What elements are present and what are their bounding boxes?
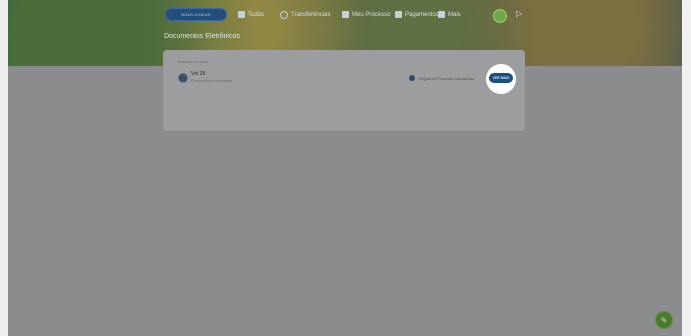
nav-item-my-process[interactable]: Meu Processo <box>342 11 390 18</box>
app-frame: BOAS-VINDAS Todos Transferências Meu Pro… <box>8 0 682 336</box>
card-header: Assunto do caso <box>178 59 208 64</box>
apps-icon <box>438 11 445 18</box>
exchange-icon <box>280 11 288 19</box>
chat-button[interactable]: ✎ <box>655 311 673 329</box>
nav-item-more[interactable]: Mais <box>438 11 461 18</box>
document-title: Vol 26 <box>191 71 206 77</box>
nav-item-all[interactable]: Todos <box>238 11 264 18</box>
nav-item-payments[interactable]: Pagamentos <box>395 11 439 18</box>
welcome-pill-button[interactable]: BOAS-VINDAS <box>165 8 227 21</box>
nav-item-transfers[interactable]: Transferências <box>280 11 330 19</box>
check-circle-icon <box>409 75 415 81</box>
top-nav: BOAS-VINDAS Todos Transferências Meu Pro… <box>8 8 682 23</box>
status-badge: Registros Processo concluídos <box>409 75 474 81</box>
user-avatar[interactable] <box>493 9 507 23</box>
grid-icon <box>238 11 245 18</box>
documents-card: Assunto do caso Vol 26 Documentos recebi… <box>163 50 525 131</box>
document-icon <box>342 11 349 18</box>
scrollbar-gutter <box>682 0 691 336</box>
card-icon <box>395 11 402 18</box>
page-title: Documentos Eletrônicos <box>164 33 240 40</box>
document-subtitle: Documentos recebidos <box>191 78 232 83</box>
document-status-icon <box>178 73 188 83</box>
chat-icon: ✎ <box>660 315 668 325</box>
view-more-button[interactable]: VER MAIS <box>489 73 513 83</box>
logout-icon[interactable]: ▷ <box>516 10 524 18</box>
